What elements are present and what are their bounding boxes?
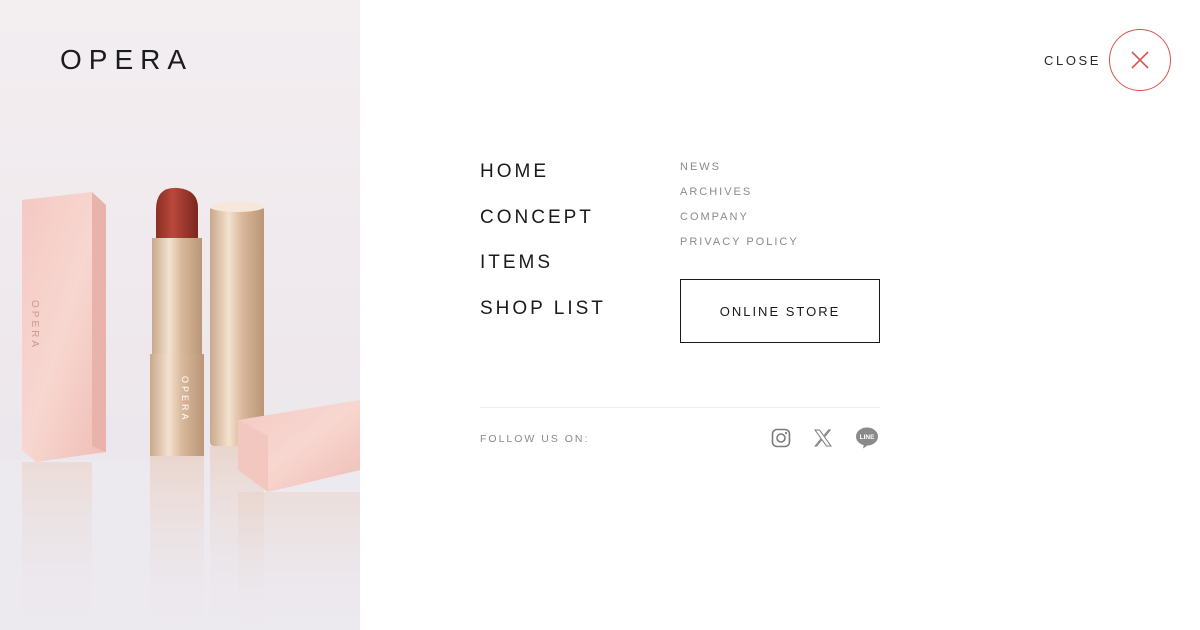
nav-item-privacy-policy[interactable]: PRIVACY POLICY [680, 235, 799, 260]
close-label[interactable]: CLOSE [1044, 53, 1101, 68]
instagram-icon [771, 428, 791, 448]
close-icon [1131, 51, 1149, 69]
instagram-link[interactable] [769, 426, 793, 450]
nav-item-news[interactable]: NEWS [680, 160, 799, 185]
nav-item-archives[interactable]: ARCHIVES [680, 185, 799, 210]
follow-us-label: FOLLOW US ON: [480, 433, 590, 445]
nav-item-shop-list[interactable]: SHOP LIST [480, 297, 606, 343]
x-link[interactable] [811, 426, 835, 450]
close-button[interactable] [1109, 29, 1171, 91]
nav-item-items[interactable]: ITEMS [480, 251, 606, 297]
lipstick-print: OPERA [180, 376, 190, 423]
sub-nav: NEWS ARCHIVES COMPANY PRIVACY POLICY [680, 160, 799, 260]
main-nav: HOME CONCEPT ITEMS SHOP LIST [480, 160, 606, 342]
line-link[interactable]: LINE [855, 426, 879, 450]
line-badge-text: LINE [860, 434, 875, 441]
x-icon [814, 429, 832, 447]
nav-item-concept[interactable]: CONCEPT [480, 206, 606, 252]
brand-logo[interactable]: OPERA [60, 44, 193, 76]
divider [480, 407, 880, 408]
line-icon: LINE [856, 427, 878, 449]
lipstick-photo [0, 187, 360, 630]
nav-item-home[interactable]: HOME [480, 160, 606, 206]
hero-product-image: OPERA OPERA [0, 0, 360, 630]
nav-item-company[interactable]: COMPANY [680, 210, 799, 235]
online-store-button[interactable]: ONLINE STORE [680, 279, 880, 343]
box-print: OPERA [29, 300, 40, 351]
